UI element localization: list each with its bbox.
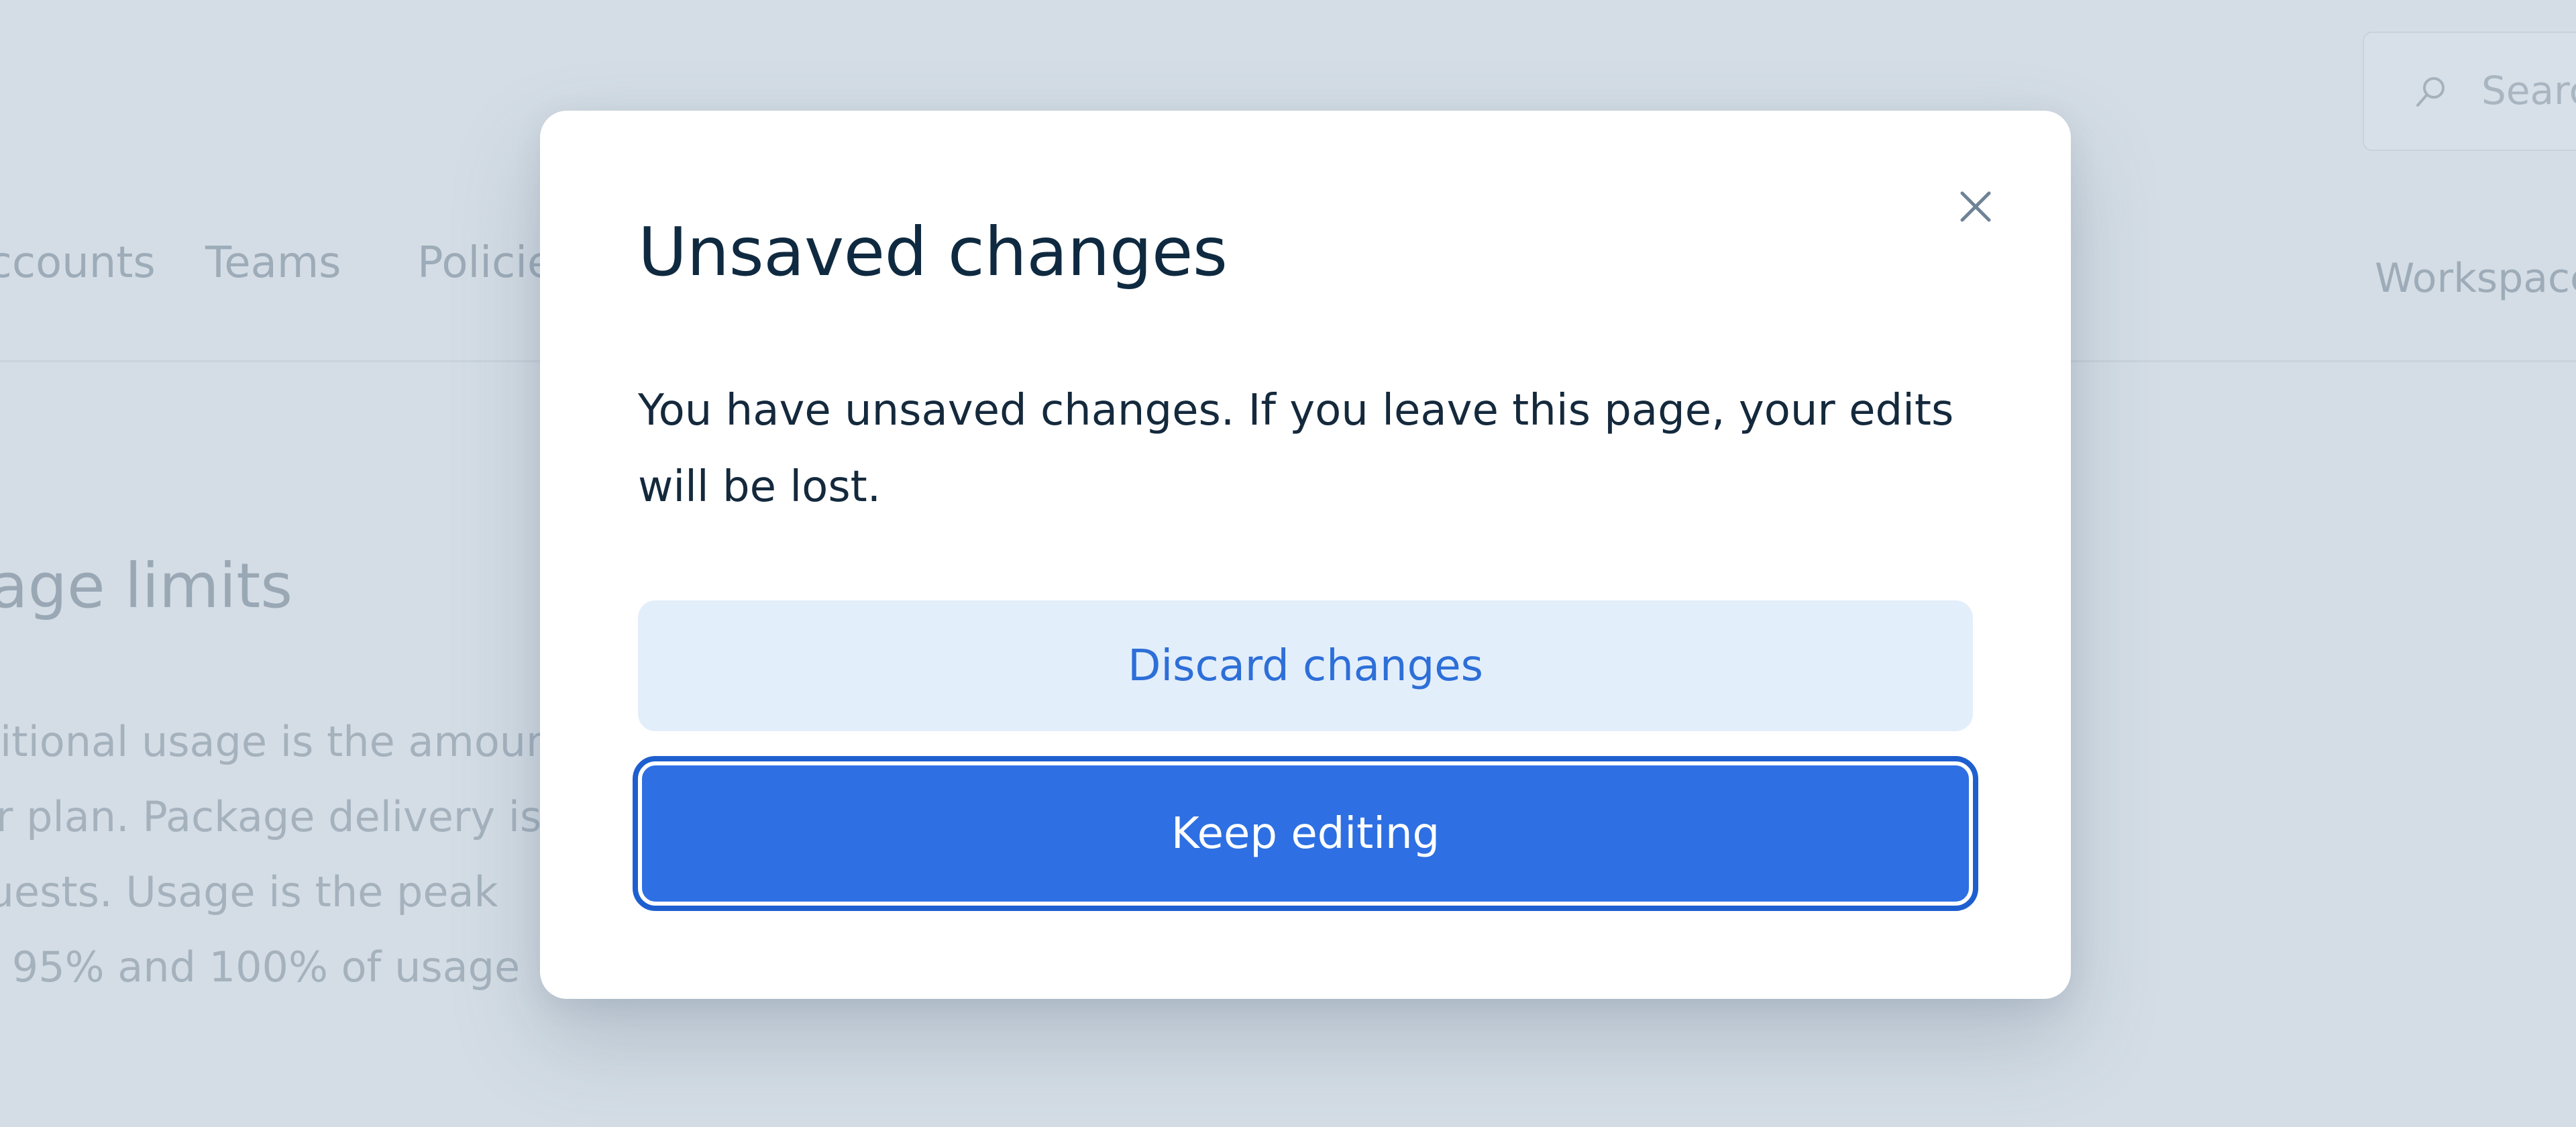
dialog-message-line: You have unsaved changes. If you leave t… xyxy=(638,386,1954,435)
close-button[interactable] xyxy=(1945,178,2006,238)
tab-accounts[interactable]: Accounts xyxy=(0,238,156,288)
search-input[interactable]: Search xyxy=(2363,32,2576,151)
unsaved-changes-dialog: Unsaved changes You have unsaved changes… xyxy=(540,111,2071,999)
dialog-title: Unsaved changes xyxy=(638,213,1228,291)
dialog-message-line: will be lost. xyxy=(638,462,881,512)
search-icon xyxy=(2411,72,2451,112)
tab-teams[interactable]: Teams xyxy=(205,238,341,288)
close-icon xyxy=(1957,188,1994,228)
discard-changes-button[interactable]: Discard changes xyxy=(638,600,1973,731)
search-placeholder: Search xyxy=(2481,68,2576,113)
workspace-menu[interactable]: Workspace xyxy=(2375,255,2576,302)
keep-editing-button[interactable]: Keep editing xyxy=(633,756,1978,911)
section-title: Usage limits xyxy=(0,550,293,622)
dialog-message: You have unsaved changes. If you leave t… xyxy=(638,372,1980,525)
